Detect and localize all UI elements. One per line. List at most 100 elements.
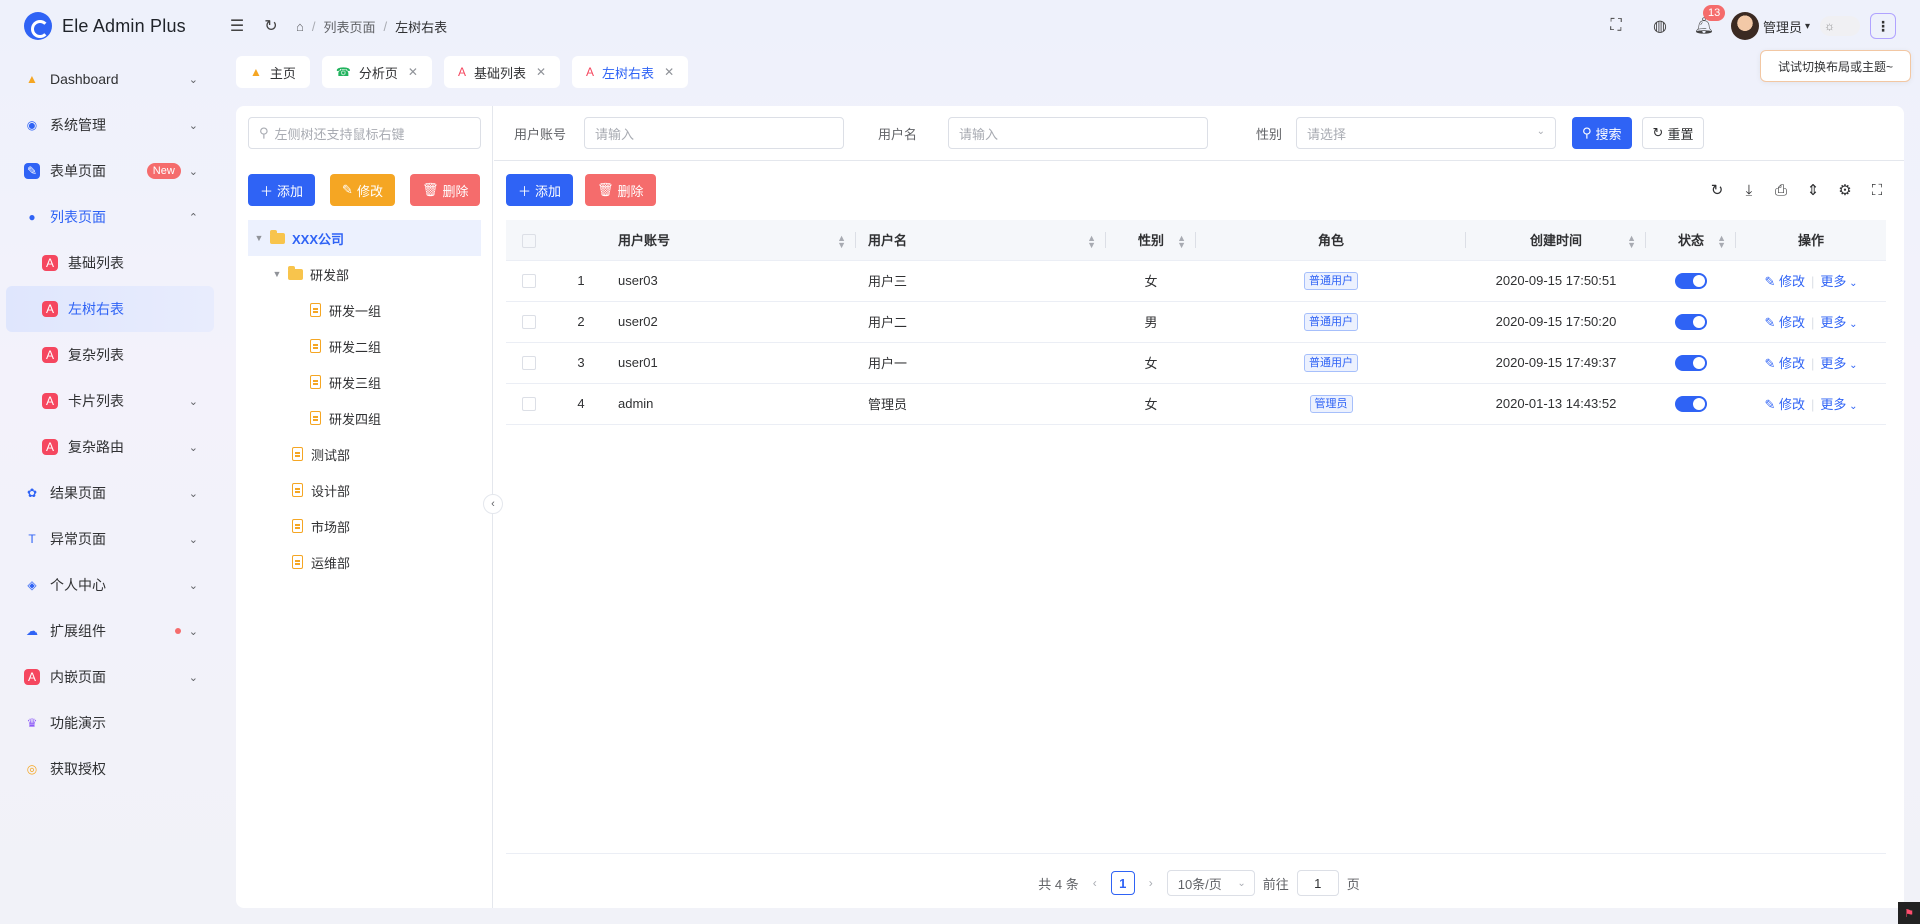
edit-link[interactable]: ✎ 修改 [1764, 315, 1805, 330]
sex-select[interactable]: 请选择 ⌄ [1296, 117, 1556, 149]
sort-icon[interactable]: ▲ ▼ [1717, 234, 1726, 250]
sidebar-item-form[interactable]: ✎ 表单页面 New ⌄ [0, 148, 220, 194]
user-menu[interactable]: 管理员 ▾ [1730, 12, 1810, 40]
more-dropdown[interactable]: 更多 ⌄ [1820, 315, 1857, 330]
print-icon[interactable]: ⎙ [1772, 181, 1790, 199]
column-header-name[interactable]: 用户名 ▲ ▼ [856, 220, 1106, 261]
tree-edit-button[interactable]: ✎ 修改 [330, 174, 395, 206]
sidebar-item-card-list[interactable]: A 卡片列表 ⌄ [0, 378, 220, 424]
close-icon[interactable]: ✕ [536, 65, 546, 79]
sidebar-item-basic-list[interactable]: A 基础列表 [0, 240, 220, 286]
sidebar-item-dashboard[interactable]: ▲ Dashboard ⌄ [0, 56, 220, 102]
caret-down-icon[interactable]: ▼ [270, 269, 284, 279]
tree-add-button[interactable]: ＋添加 [248, 174, 316, 206]
sidebar-item-tree-table[interactable]: A 左树右表 [6, 286, 214, 332]
refresh-icon[interactable]: ↻ [1708, 181, 1726, 199]
close-icon[interactable]: ✕ [408, 65, 418, 79]
more-dropdown[interactable]: 更多 ⌄ [1820, 274, 1857, 289]
more-settings-icon[interactable]: ⋮ [1870, 13, 1896, 39]
flag-icon[interactable]: ⚑ [1898, 902, 1920, 924]
column-height-icon[interactable]: ⇕ [1804, 181, 1822, 199]
tree-node-dev[interactable]: ▼ 研发部 [248, 256, 481, 292]
page-number-current[interactable]: 1 [1110, 871, 1135, 895]
account-input[interactable]: 请输入 [584, 117, 844, 149]
column-header-status[interactable]: 状态 ▲ ▼ [1646, 220, 1736, 261]
download-icon[interactable]: ⤓ [1740, 181, 1758, 199]
sort-icon[interactable]: ▲ ▼ [1627, 234, 1636, 250]
logo-area[interactable]: Ele Admin Plus [0, 0, 220, 52]
tab-basic-list[interactable]: A 基础列表 ✕ [443, 56, 561, 88]
status-switch[interactable] [1675, 272, 1707, 289]
sidebar-item-extension[interactable]: ☁ 扩展组件 ⌄ [0, 608, 220, 654]
sidebar-item-complex-route[interactable]: A 复杂路由 ⌄ [0, 424, 220, 470]
more-dropdown[interactable]: 更多 ⌄ [1820, 397, 1857, 412]
tree-search-input[interactable]: ⚲ 左侧树还支持鼠标右键 [248, 117, 481, 149]
row-checkbox[interactable] [522, 274, 536, 289]
status-switch[interactable] [1675, 395, 1707, 412]
sidebar-item-system[interactable]: ◉ 系统管理 ⌄ [0, 102, 220, 148]
settings-icon[interactable]: ⚙ [1836, 181, 1854, 199]
page-size-select[interactable]: 10条/页 ⌄ [1166, 870, 1255, 896]
edit-link[interactable]: ✎ 修改 [1764, 397, 1805, 412]
reset-button[interactable]: ↻ 重置 [1641, 117, 1705, 149]
select-all-checkbox[interactable] [522, 233, 536, 248]
home-icon[interactable]: ⌂ [296, 19, 304, 34]
tree-node-dev1[interactable]: 研发一组 [248, 292, 481, 328]
tree-actions: ＋添加 ✎ 修改 🗑︎ 删除 [248, 174, 481, 206]
sidebar-item-list[interactable]: ● 列表页面 ⌃ [0, 194, 220, 240]
delete-button[interactable]: 🗑︎ 删除 [585, 174, 656, 206]
refresh-icon[interactable]: ↻ [254, 9, 288, 43]
close-icon[interactable]: ✕ [664, 65, 674, 79]
add-button[interactable]: ＋添加 [506, 174, 574, 206]
tree-node-dev3[interactable]: 研发三组 [248, 364, 481, 400]
edit-link[interactable]: ✎ 修改 [1764, 274, 1805, 289]
sidebar-item-exception[interactable]: T 异常页面 ⌄ [0, 516, 220, 562]
tree-node-root[interactable]: ▼ XXX公司 [248, 220, 481, 256]
tree-node-dev2[interactable]: 研发二组 [248, 328, 481, 364]
search-button[interactable]: ⚲ 搜索 [1572, 117, 1632, 149]
cell-account: admin [606, 383, 856, 425]
tree-node-market[interactable]: 市场部 [248, 508, 481, 544]
sidebar-item-demo[interactable]: ♛ 功能演示 [0, 700, 220, 746]
tab-home[interactable]: ▲ 主页 [236, 56, 310, 88]
chevron-down-icon: ⌄ [1846, 360, 1858, 371]
more-dropdown[interactable]: 更多 ⌄ [1820, 356, 1857, 371]
username-input[interactable]: 请输入 [948, 117, 1208, 149]
language-icon[interactable]: ◍ [1643, 9, 1677, 43]
tab-analysis[interactable]: ☎ 分析页 ✕ [321, 56, 432, 88]
status-switch[interactable] [1675, 354, 1707, 371]
sidebar-item-complex-list[interactable]: A 复杂列表 [0, 332, 220, 378]
tree-node-dev4[interactable]: 研发四组 [248, 400, 481, 436]
sidebar-item-license[interactable]: ◎ 获取授权 [0, 746, 220, 792]
column-header-account[interactable]: 用户账号 ▲ ▼ [606, 220, 856, 261]
sidebar-collapse-icon[interactable]: ☰ [220, 9, 254, 43]
goto-page-input[interactable]: 1 [1296, 870, 1339, 896]
chevron-down-icon: ⌄ [188, 395, 198, 408]
row-checkbox[interactable] [522, 315, 536, 330]
tree-node-test[interactable]: 测试部 [248, 436, 481, 472]
sidebar-item-iframe[interactable]: A 内嵌页面 ⌄ [0, 654, 220, 700]
sidebar-item-user-center[interactable]: ◈ 个人中心 ⌄ [0, 562, 220, 608]
fullscreen-icon[interactable]: ⛶ [1599, 9, 1633, 43]
fullscreen-icon[interactable]: ⛶ [1868, 181, 1886, 199]
tree-node-ops[interactable]: 运维部 [248, 544, 481, 580]
column-header-sex[interactable]: 性别 ▲ ▼ [1106, 220, 1196, 261]
sidebar-item-result[interactable]: ✿ 结果页面 ⌄ [0, 470, 220, 516]
tree-delete-button[interactable]: 🗑︎ 删除 [409, 174, 481, 206]
column-header-created[interactable]: 创建时间 ▲ ▼ [1466, 220, 1646, 261]
notification-bell-icon[interactable]: 🔔︎ 13 [1687, 5, 1726, 43]
sort-icon[interactable]: ▲ ▼ [1087, 234, 1096, 250]
row-checkbox[interactable] [522, 356, 536, 371]
theme-toggle[interactable]: ☼ [1820, 16, 1860, 36]
row-checkbox[interactable] [522, 397, 536, 412]
breadcrumb-item[interactable]: 列表页面 [323, 17, 375, 36]
edit-link[interactable]: ✎ 修改 [1764, 356, 1805, 371]
next-page-icon[interactable]: › [1143, 876, 1159, 890]
tab-tree-table[interactable]: A 左树右表 ✕ [572, 56, 689, 88]
sort-icon[interactable]: ▲ ▼ [1177, 234, 1186, 250]
tree-node-design[interactable]: 设计部 [248, 472, 481, 508]
caret-down-icon[interactable]: ▼ [252, 233, 266, 243]
status-switch[interactable] [1675, 313, 1707, 330]
prev-page-icon[interactable]: ‹ [1087, 876, 1103, 890]
sort-icon[interactable]: ▲ ▼ [837, 234, 846, 250]
